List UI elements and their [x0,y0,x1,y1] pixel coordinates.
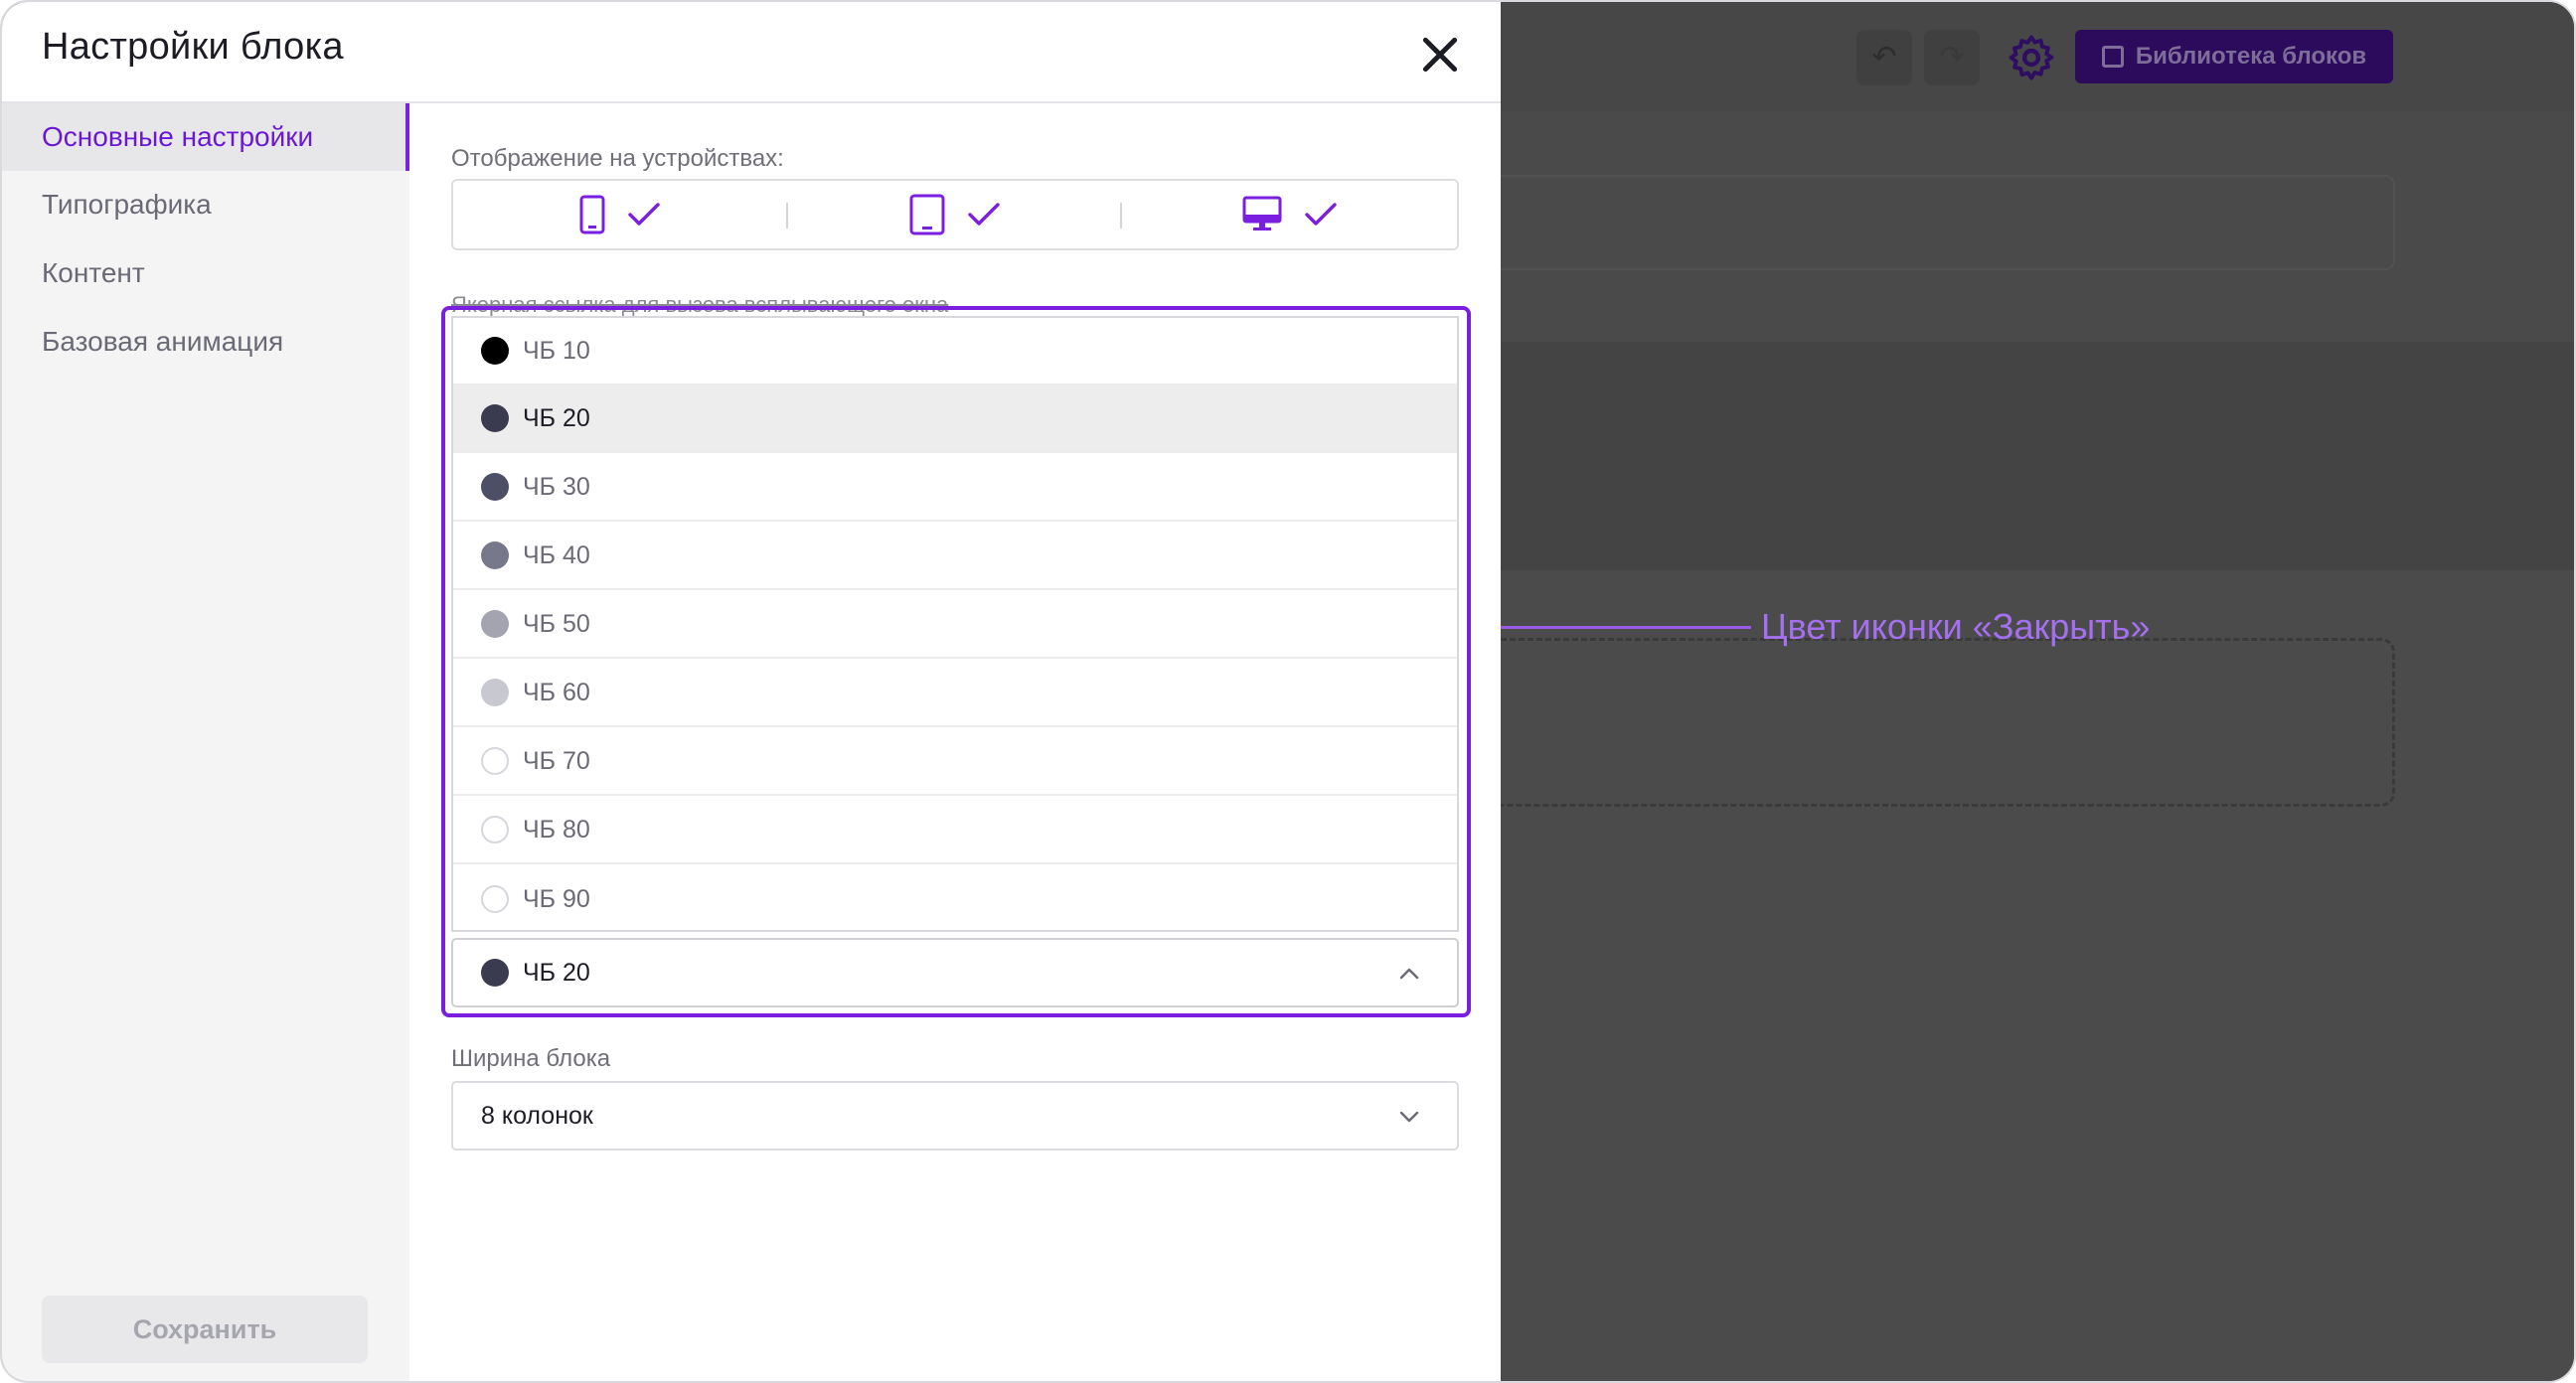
gear-icon[interactable] [2006,32,2057,83]
device-toggle-phone[interactable] [453,181,788,248]
modal-title: Настройки блока [42,26,344,68]
device-visibility [451,179,1459,250]
redo-button[interactable]: ↷ [1924,30,1980,85]
annotation-highlight [441,306,1471,1017]
device-toggle-tablet[interactable] [788,181,1123,248]
tablet-icon [909,194,945,235]
settings-sidebar: Основные настройки Типографика Контент Б… [2,103,409,1381]
editor-field [1501,175,2395,270]
save-button[interactable]: Сохранить [42,1296,368,1363]
editor-section [1501,342,2574,570]
check-icon [628,203,661,226]
desktop-icon [1242,196,1282,230]
modal-header: Настройки блока [2,2,1501,103]
block-library-button[interactable]: Библиотека блоков [2075,30,2393,83]
phone-icon [579,195,605,234]
image-icon [2101,46,2124,68]
app-frame: ↶ ↷ Библиотека блоков Цвет иконки «Закры… [0,0,2576,1383]
block-settings-modal: Настройки блока Основные настройки Типог… [2,2,1501,1381]
drop-zone [1501,638,2395,807]
sidebar-item-animation[interactable]: Базовая анимация [2,308,409,376]
close-icon[interactable] [1415,30,1465,79]
annotation-text: Цвет иконки «Закрыть» [1761,606,2151,647]
block-width-label: Ширина блока [451,1045,611,1072]
sidebar-item-content[interactable]: Контент [2,239,409,307]
devices-label: Отображение на устройствах: [451,145,784,172]
editor-background: ↶ ↷ Библиотека блоков [1501,2,2574,1381]
editor-section [1501,111,2574,342]
block-width-select[interactable]: 8 колонок [451,1081,1459,1151]
device-toggle-desktop[interactable] [1122,181,1457,248]
check-icon [1304,203,1337,226]
block-library-label: Библиотека блоков [2135,43,2367,70]
sidebar-item-main[interactable]: Основные настройки [2,103,409,171]
check-icon [968,203,1000,226]
annotation-line [1485,626,1751,629]
undo-button[interactable]: ↶ [1856,30,1912,85]
editor-toolbar: ↶ ↷ Библиотека блоков [1501,2,2574,111]
chevron-down-icon [1399,1111,1419,1123]
block-width-value: 8 колонок [481,1102,593,1130]
sidebar-item-typography[interactable]: Типографика [2,171,409,238]
